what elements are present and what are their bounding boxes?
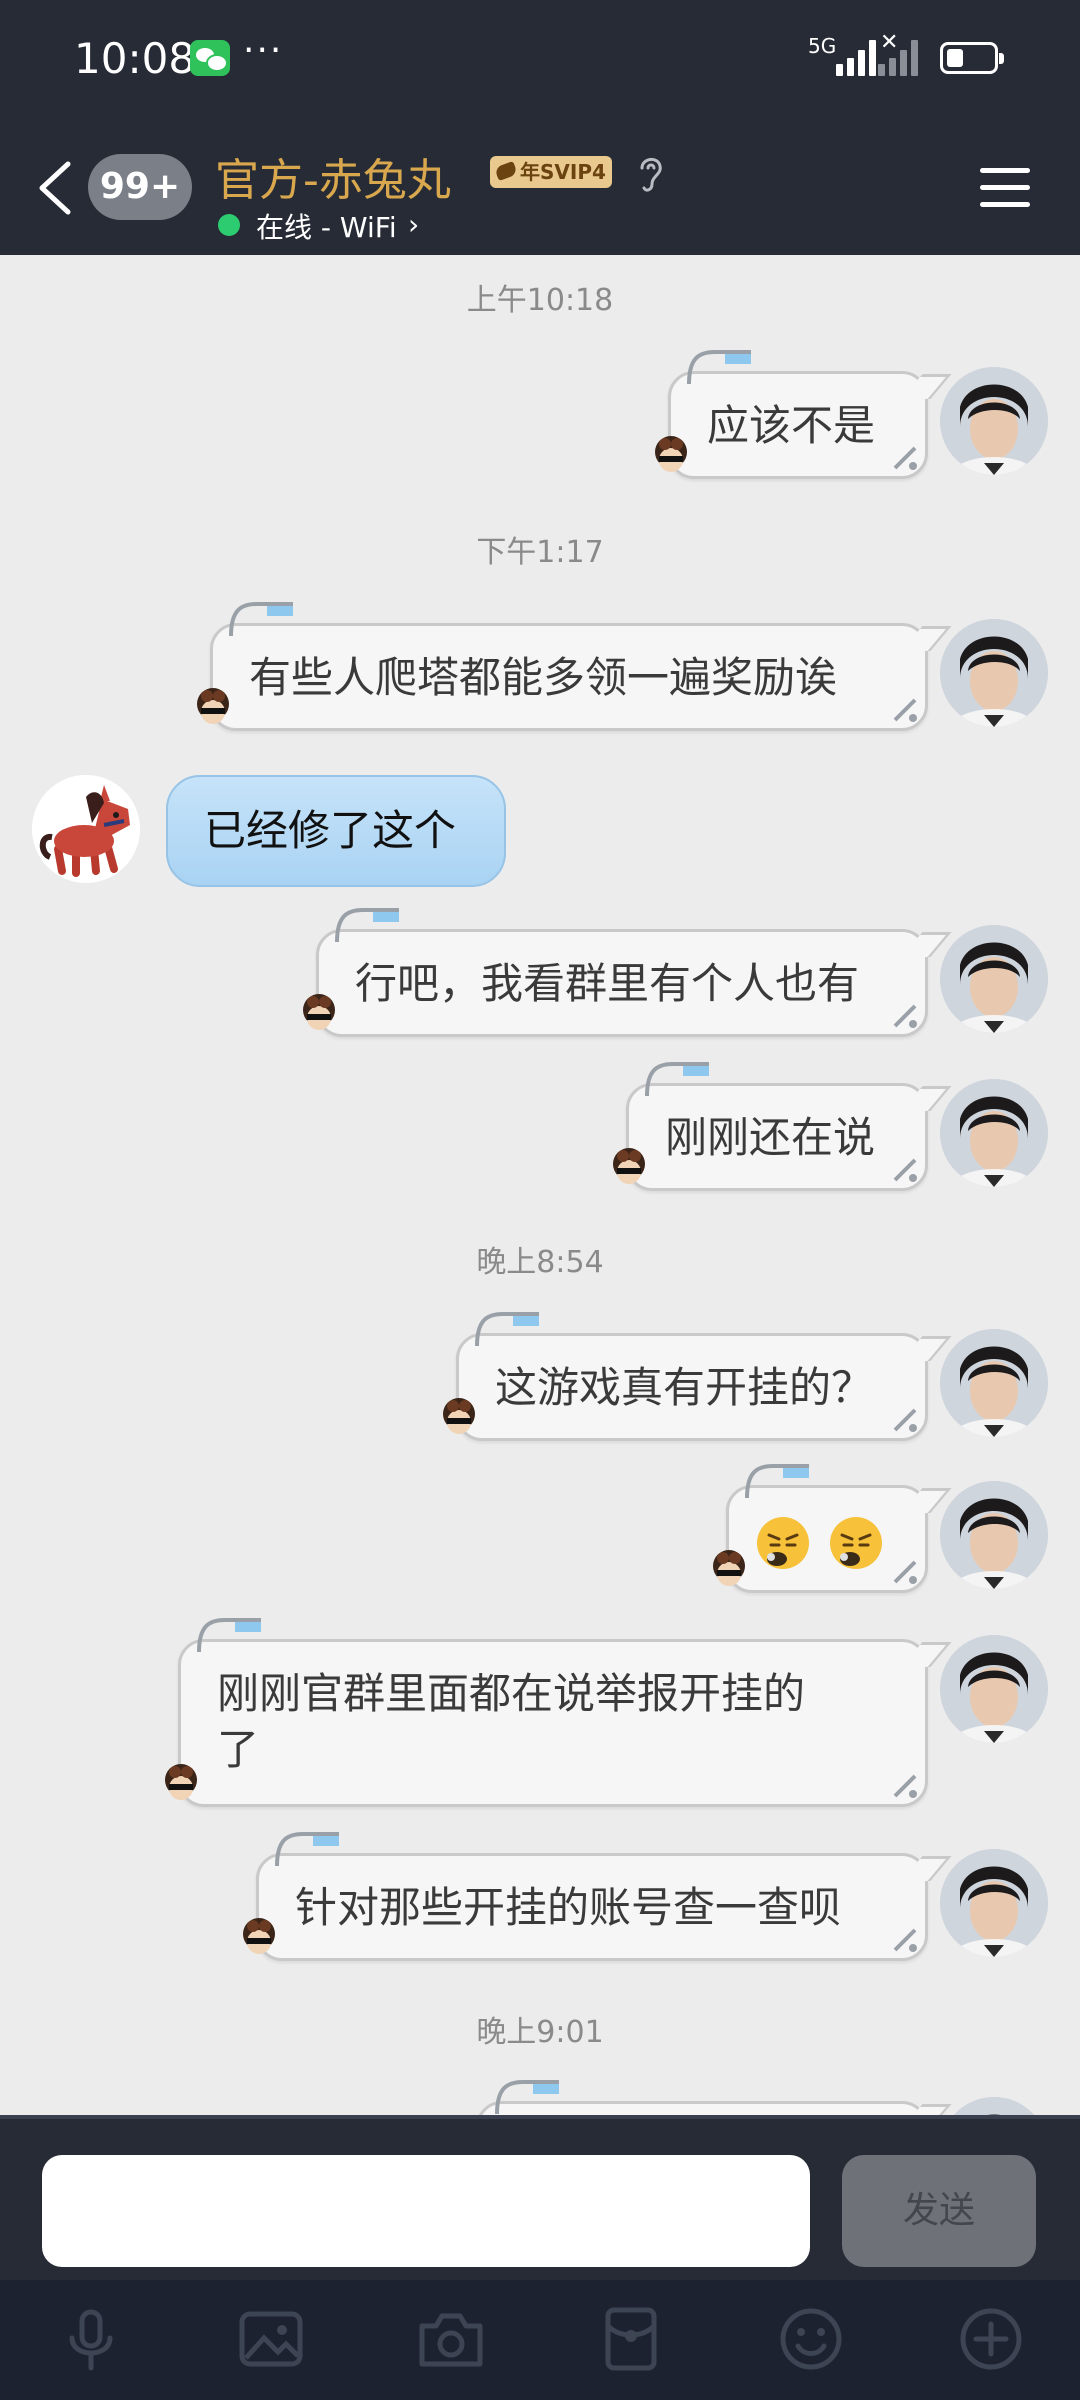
contact-avatar[interactable]	[32, 775, 140, 883]
message-text: 行吧，我看群里有个人也有	[355, 959, 860, 1008]
my-avatar[interactable]	[940, 925, 1048, 1033]
chat-toolbar	[0, 2280, 1080, 2400]
bubble-mini-avatar-icon	[655, 436, 687, 472]
message-timestamp: 晚上9:01	[476, 2015, 604, 2050]
red-packet-icon[interactable]	[596, 2304, 666, 2374]
my-avatar[interactable]	[940, 1329, 1048, 1437]
my-avatar[interactable]	[940, 619, 1048, 727]
bubble-corner-decoration-icon	[893, 698, 917, 722]
chevron-right-icon[interactable]: ›	[408, 208, 419, 241]
bubble-clip-decoration-icon	[275, 1832, 339, 1867]
my-avatar[interactable]	[940, 1849, 1048, 1957]
back-chevron-icon[interactable]	[36, 160, 76, 216]
outgoing-message-bubble[interactable]: 应该不是	[655, 350, 928, 479]
no-signal-x-icon: ✕	[880, 30, 899, 55]
my-avatar[interactable]	[940, 1481, 1048, 1589]
status-bar: 10:08 ··· 5G ✕	[0, 0, 1080, 120]
bubble-mini-avatar-icon	[613, 1148, 645, 1184]
bubble-mini-avatar-icon	[197, 688, 229, 724]
message-text-line: 了	[217, 1725, 260, 1774]
message-input-bar: 发送	[0, 2115, 1080, 2280]
bubble-corner-decoration-icon	[893, 1004, 917, 1028]
message-timestamp: 晚上8:54	[476, 1245, 604, 1280]
message-text: 这游戏真有开挂的？	[495, 1363, 874, 1412]
message-timestamp: 上午10:18	[466, 283, 614, 318]
bubble-clip-decoration-icon	[229, 602, 293, 637]
bubble-clip-decoration-icon	[687, 350, 751, 385]
more-notifications-icon: ···	[243, 30, 284, 71]
outgoing-message-bubble[interactable]: 有些人爬塔都能多领一遍奖励诶	[197, 602, 928, 731]
my-avatar[interactable]	[940, 1079, 1048, 1187]
emoji-icon[interactable]	[776, 2304, 846, 2374]
bubble-mini-avatar-icon	[713, 1550, 745, 1586]
send-button[interactable]: 发送	[842, 2155, 1036, 2267]
message-text: 针对那些开挂的账号查一查呗	[295, 1883, 842, 1932]
online-status-text[interactable]: 在线 - WiFi	[256, 206, 397, 246]
message-text: 有些人爬塔都能多领一遍奖励诶	[249, 653, 838, 702]
unread-count-badge[interactable]: 99+	[88, 154, 192, 220]
huffing-face-emoji-icon	[830, 1516, 883, 1569]
outgoing-message-bubble[interactable]: 刚刚还在说	[613, 1062, 928, 1191]
signal-strength-icon	[836, 40, 876, 76]
outgoing-message-bubble[interactable]: 刚刚官群里面都在说举报开挂的 了	[165, 1618, 928, 1807]
bubble-mini-avatar-icon	[165, 1764, 197, 1800]
chat-messages-area[interactable]: 上午10:18 应该不是 下午1:17 有些人爬塔都能多领一遍奖励诶 已经修了这…	[0, 255, 1080, 2115]
microphone-icon[interactable]	[56, 2304, 126, 2374]
bubble-corner-decoration-icon	[893, 1158, 917, 1182]
incoming-message-bubble[interactable]: 已经修了这个	[166, 775, 506, 887]
bubble-mini-avatar-icon	[303, 994, 335, 1030]
camera-icon[interactable]	[416, 2304, 486, 2374]
message-text-line: 刚刚官群里面都在说举报开挂的	[217, 1669, 806, 1718]
message-text: 刚刚还在说	[665, 1113, 876, 1162]
outgoing-message-bubble[interactable]	[476, 2080, 928, 2115]
bubble-corner-decoration-icon	[893, 1408, 917, 1432]
bubble-corner-decoration-icon	[893, 1928, 917, 1952]
bubble-corner-decoration-icon	[893, 1560, 917, 1584]
bubble-clip-decoration-icon	[645, 1062, 709, 1097]
message-text: 已经修了这个	[204, 806, 457, 855]
message-timestamp: 下午1:17	[476, 535, 604, 570]
outgoing-emoji-bubble[interactable]	[713, 1464, 928, 1593]
outgoing-message-bubble[interactable]: 针对那些开挂的账号查一查呗	[243, 1832, 928, 1961]
battery-icon	[940, 42, 1004, 74]
bubble-clip-decoration-icon	[495, 2080, 559, 2115]
message-text: 应该不是	[707, 401, 876, 450]
message-input[interactable]	[42, 2155, 810, 2267]
earpiece-mode-icon[interactable]	[634, 152, 666, 194]
hamburger-menu-icon[interactable]	[980, 168, 1030, 208]
my-avatar[interactable]	[940, 2097, 1048, 2115]
my-avatar[interactable]	[940, 367, 1048, 475]
image-icon[interactable]	[236, 2304, 306, 2374]
my-avatar[interactable]	[940, 1635, 1048, 1743]
bubble-corner-decoration-icon	[893, 1774, 917, 1798]
outgoing-message-bubble[interactable]: 这游戏真有开挂的？	[443, 1312, 928, 1441]
online-status-dot	[218, 214, 240, 236]
svip-badge[interactable]: 年SVIP4	[490, 156, 612, 188]
bubble-clip-decoration-icon	[745, 1464, 809, 1499]
wechat-notification-icon	[190, 40, 230, 76]
bubble-clip-decoration-icon	[335, 908, 399, 943]
bubble-corner-decoration-icon	[893, 446, 917, 470]
contact-name[interactable]: 官方-赤兔丸	[215, 144, 451, 208]
status-time: 10:08	[74, 34, 196, 83]
plus-icon[interactable]	[956, 2304, 1026, 2374]
bubble-clip-decoration-icon	[197, 1618, 261, 1653]
bubble-mini-avatar-icon	[243, 1918, 275, 1954]
outgoing-message-bubble[interactable]: 行吧，我看群里有个人也有	[303, 908, 928, 1037]
network-type-label: 5G	[808, 34, 837, 58]
top-bar: 10:08 ··· 5G ✕ 99+ 官方-赤兔丸 年SVIP4 在线 - Wi…	[0, 0, 1080, 255]
bubble-clip-decoration-icon	[475, 1312, 539, 1347]
bubble-mini-avatar-icon	[443, 1398, 475, 1434]
huffing-face-emoji-icon	[757, 1516, 809, 1569]
